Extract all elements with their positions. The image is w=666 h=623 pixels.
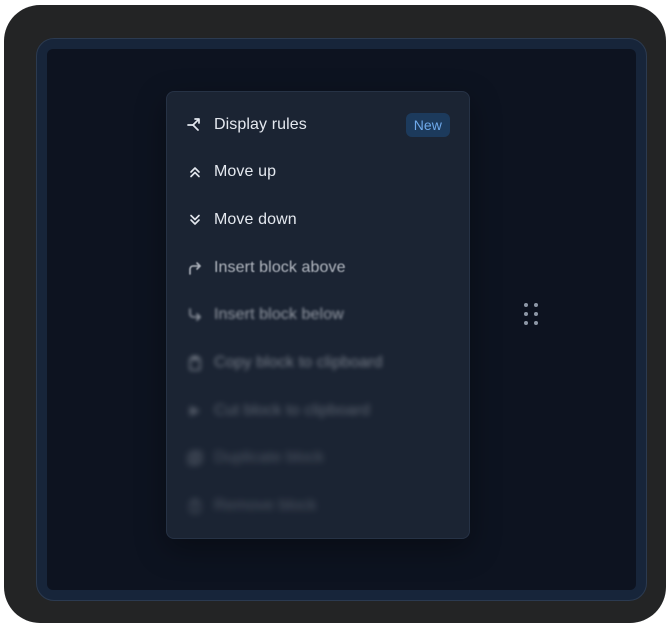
- menu-item-label: Duplicate block: [214, 449, 324, 466]
- new-badge: New: [405, 113, 450, 137]
- menu-item-label: Move up: [214, 163, 277, 180]
- chevrons-up-icon: [184, 161, 206, 183]
- menu-item-label: Display rules: [214, 116, 307, 133]
- trash-icon: [184, 495, 206, 517]
- menu-item-move-up[interactable]: Move up: [167, 152, 469, 192]
- menu-item-duplicate-block[interactable]: Duplicate block: [167, 438, 469, 478]
- clipboard-icon: [184, 352, 206, 374]
- menu-item-label: Remove block: [214, 497, 317, 514]
- menu-item-cut-block[interactable]: Cut block to clipboard: [167, 391, 469, 431]
- copy-icon: [184, 447, 206, 469]
- chevrons-down-icon: [184, 209, 206, 231]
- menu-item-display-rules[interactable]: Display rules New: [167, 105, 469, 145]
- scissors-icon: [184, 400, 206, 422]
- arrow-corner-down-right-icon: [184, 304, 206, 326]
- menu-item-label: Move down: [214, 211, 297, 228]
- menu-item-label: Insert block below: [214, 306, 344, 323]
- drag-handle-icon[interactable]: [522, 302, 544, 328]
- menu-item-label: Insert block above: [214, 259, 346, 276]
- menu-item-move-down[interactable]: Move down: [167, 200, 469, 240]
- menu-item-insert-block-above[interactable]: Insert block above: [167, 248, 469, 288]
- branch-icon: [184, 114, 206, 136]
- menu-item-label: Copy block to clipboard: [214, 354, 383, 371]
- menu-item-label: Cut block to clipboard: [214, 402, 371, 419]
- menu-item-copy-block[interactable]: Copy block to clipboard: [167, 343, 469, 383]
- arrow-corner-up-right-icon: [184, 257, 206, 279]
- block-context-menu: Display rules New Move up Move down Inse…: [166, 91, 470, 539]
- menu-item-insert-block-below[interactable]: Insert block below: [167, 295, 469, 335]
- menu-item-remove-block[interactable]: Remove block: [167, 486, 469, 526]
